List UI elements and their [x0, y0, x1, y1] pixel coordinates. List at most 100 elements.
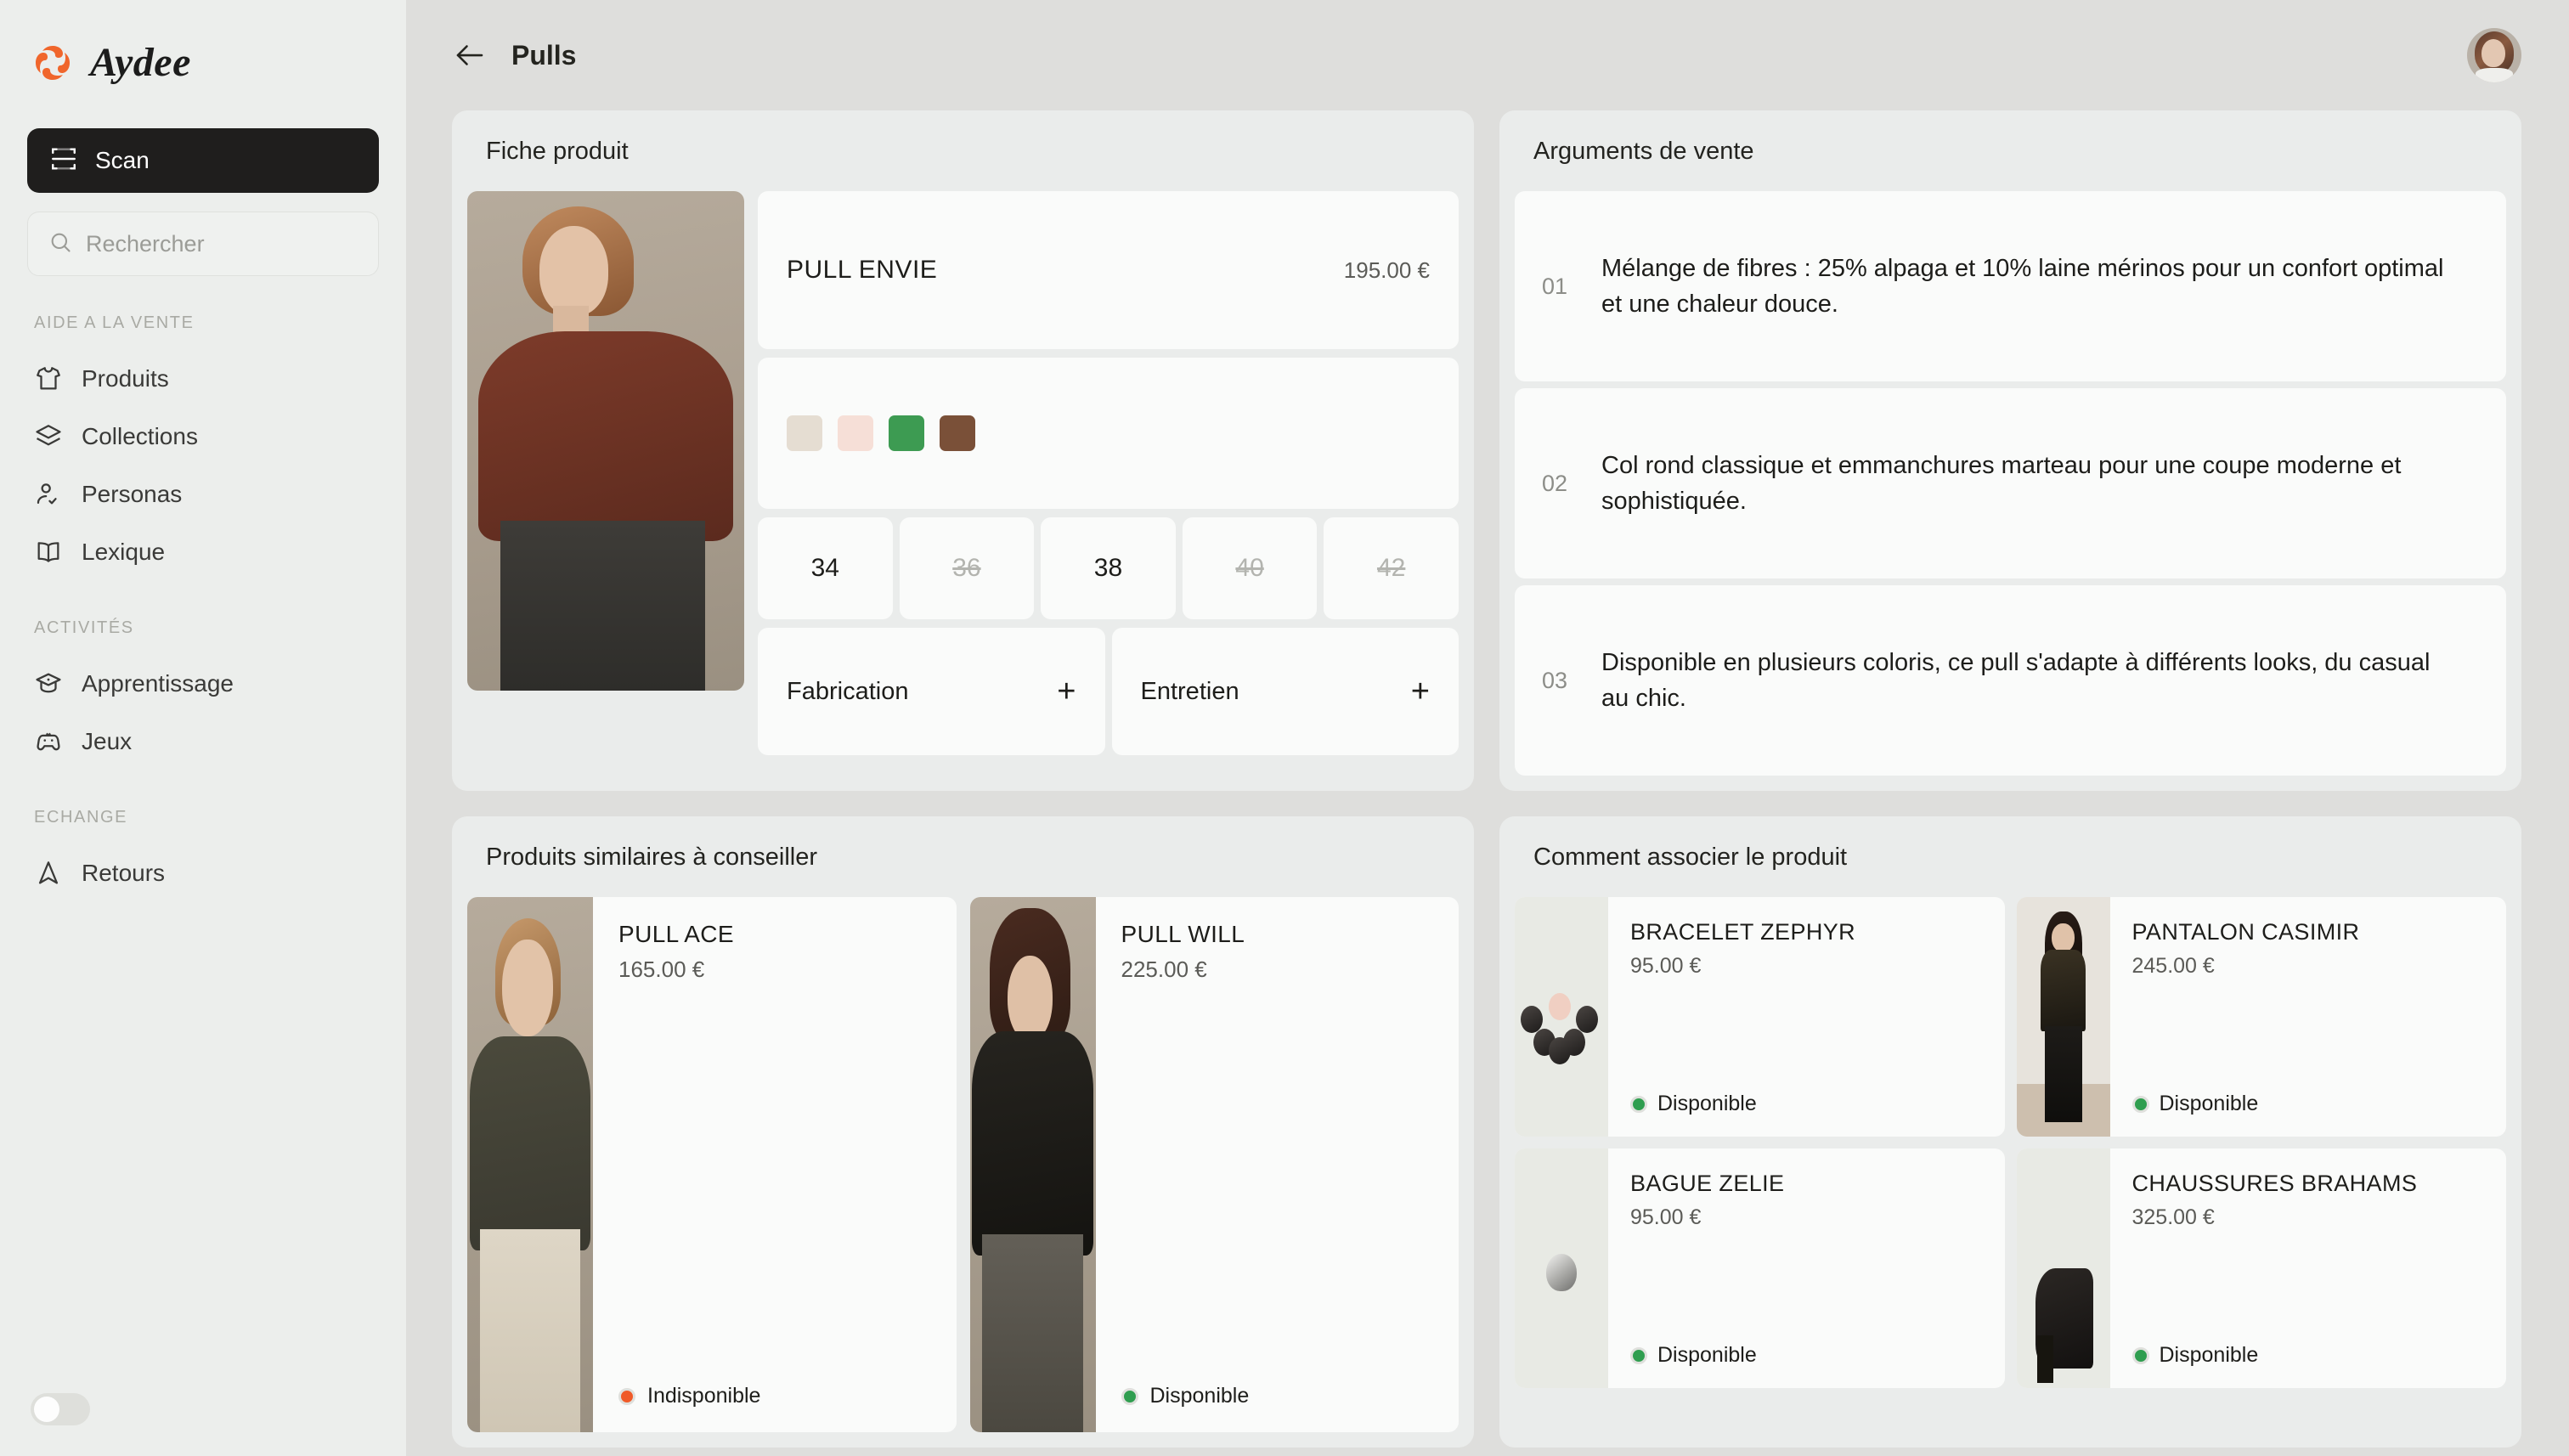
sidebar-item-retours[interactable]: Retours: [0, 844, 406, 902]
argument-text: Mélange de fibres : 25% alpaga et 10% la…: [1601, 254, 2444, 318]
main-area: Pulls Fiche produit PULL ENVIE 195.00 € …: [406, 0, 2569, 1456]
tshirt-icon: [34, 364, 63, 393]
scan-icon: [49, 144, 78, 178]
associate-product-price: 95.00 €: [1630, 1205, 1702, 1230]
similar-product-card[interactable]: PULL WILL 225.00 € Disponible: [969, 897, 1460, 1432]
status-dot-available-icon: [2131, 1095, 2149, 1113]
ring-shape: [1546, 1254, 1578, 1292]
panel-title-produits-similaires: Produits similaires à conseiller: [486, 844, 818, 871]
argument-item: 03 Disponible en plusieurs coloris, ce p…: [1515, 585, 2506, 776]
panel-comment-associer: Comment associer le produit BRACELET ZEP…: [1499, 816, 2521, 1448]
scan-button[interactable]: Scan: [27, 128, 379, 193]
panel-arguments-de-vente: Arguments de vente 01 Mélange de fibres …: [1499, 110, 2521, 791]
associate-product-info: BAGUE ZELIE 95.00 € Disponible: [1608, 1148, 2005, 1388]
associate-product-card[interactable]: CHAUSSURES BRAHAMS 325.00 € Disponible: [2016, 1148, 2507, 1388]
size-option-36[interactable]: 36: [899, 517, 1035, 619]
sidebar-item-jeux[interactable]: Jeux: [0, 713, 406, 770]
toggle-switch-icon[interactable]: [31, 1393, 90, 1425]
accordion-fabrication[interactable]: Fabrication +: [758, 628, 1105, 755]
size-option-40[interactable]: 40: [1182, 517, 1318, 619]
argument-number: 03: [1542, 667, 1568, 693]
associate-product-info: CHAUSSURES BRAHAMS 325.00 € Disponible: [2110, 1148, 2507, 1388]
sidebar-item-label: Lexique: [82, 539, 166, 565]
status-badge: Disponible: [2131, 1092, 2507, 1116]
associate-product-card[interactable]: BRACELET ZEPHYR 95.00 € Disponible: [1515, 897, 2005, 1137]
color-swatch-beige[interactable]: [787, 415, 822, 451]
photo-face: [1007, 956, 1053, 1042]
shoe-heel: [2036, 1335, 2054, 1384]
associate-product-name: CHAUSSURES BRAHAMS: [2131, 1171, 2418, 1196]
similar-product-name: PULL WILL: [1121, 921, 1245, 947]
associate-product-price: 325.00 €: [2131, 1205, 2215, 1230]
photo-pants: [982, 1233, 1083, 1432]
plus-icon: +: [1410, 674, 1430, 709]
sidebar-item-label: Personas: [82, 481, 183, 507]
graduation-cap-icon: [34, 669, 63, 698]
photo-pants: [500, 521, 706, 691]
associate-product-card[interactable]: BAGUE ZELIE 95.00 € Disponible: [1515, 1148, 2005, 1388]
argument-text: Col rond classique et emmanchures martea…: [1601, 451, 2402, 515]
avatar-face: [2481, 38, 2506, 68]
status-label: Disponible: [1657, 1343, 1757, 1367]
search-box[interactable]: [27, 212, 379, 276]
panel-title-comment-associer: Comment associer le produit: [1533, 844, 1848, 871]
search-input[interactable]: [86, 230, 378, 257]
color-swatch-rose[interactable]: [838, 415, 873, 451]
status-badge: Disponible: [1630, 1092, 2005, 1116]
status-dot-available-icon: [1630, 1095, 1647, 1113]
panel-produits-similaires: Produits similaires à conseiller PULL AC…: [452, 816, 1474, 1448]
product-photo-pantalon-icon: [2016, 897, 2110, 1137]
status-dot-unavailable-icon: [618, 1387, 635, 1405]
similar-product-price: 165.00 €: [618, 957, 705, 982]
sidebar-item-label: Apprentissage: [82, 670, 234, 697]
color-swatch-marron[interactable]: [940, 415, 975, 451]
size-option-34[interactable]: 34: [758, 517, 893, 619]
sidebar-item-personas[interactable]: Personas: [0, 466, 406, 523]
similar-products-list: PULL ACE 165.00 € Indisponible PULL WILL…: [452, 897, 1474, 1448]
product-photo-pull-ace-icon: [467, 897, 593, 1432]
associate-product-name: BAGUE ZELIE: [1630, 1171, 1785, 1196]
associate-product-name: PANTALON CASIMIR: [2131, 919, 2360, 945]
sidebar-item-produits[interactable]: Produits: [0, 350, 406, 408]
sidebar-item-lexique[interactable]: Lexique: [0, 523, 406, 581]
sidebar-item-collections[interactable]: Collections: [0, 408, 406, 466]
topbar: Pulls: [406, 0, 2569, 110]
panel-fiche-produit: Fiche produit PULL ENVIE 195.00 € 34 36 …: [452, 110, 1474, 791]
status-label: Indisponible: [647, 1384, 761, 1408]
arrow-left-icon[interactable]: [452, 37, 488, 73]
argument-item: 01 Mélange de fibres : 25% alpaga et 10%…: [1515, 191, 2506, 381]
similar-product-card[interactable]: PULL ACE 165.00 € Indisponible: [467, 897, 957, 1432]
product-photo-pull-envie-icon[interactable]: [467, 191, 744, 691]
argument-number: 02: [1542, 470, 1568, 496]
status-badge: Disponible: [1630, 1343, 2005, 1368]
sidebar-item-label: Retours: [82, 860, 166, 886]
product-photo-chaussures-icon: [2016, 1148, 2110, 1388]
avatar[interactable]: [2467, 28, 2521, 82]
sidebar-item-label: Produits: [82, 365, 169, 392]
color-swatch-vert[interactable]: [889, 415, 924, 451]
product-photo-bracelet-icon: [1515, 897, 1608, 1137]
brand: Aydee: [0, 0, 406, 86]
status-label: Disponible: [1657, 1092, 1757, 1115]
associate-product-card[interactable]: PANTALON CASIMIR 245.00 € Disponible: [2016, 897, 2507, 1137]
scan-button-label: Scan: [95, 147, 150, 173]
sidebar-item-apprentissage[interactable]: Apprentissage: [0, 655, 406, 713]
photo-face: [502, 940, 553, 1036]
size-option-38[interactable]: 38: [1041, 517, 1176, 619]
sidebar-item-label: Collections: [82, 423, 198, 449]
similar-product-name: PULL ACE: [618, 921, 735, 947]
sidebar-item-label: Jeux: [82, 728, 133, 754]
associate-products-grid: BRACELET ZEPHYR 95.00 € Disponible PANTA…: [1499, 897, 2521, 1403]
status-dot-available-icon: [2131, 1346, 2149, 1364]
photo-pants: [479, 1228, 581, 1432]
accordion-entretien[interactable]: Entretien +: [1111, 628, 1459, 755]
toggle-knob: [34, 1397, 59, 1422]
fiche-produit-body: PULL ENVIE 195.00 € 34 36 38 40 42 Fabri…: [452, 191, 1474, 770]
book-open-icon: [34, 538, 63, 567]
size-option-42[interactable]: 42: [1324, 517, 1459, 619]
similar-product-info: PULL WILL 225.00 € Disponible: [1096, 897, 1460, 1432]
product-photo-pull-will-icon: [969, 897, 1096, 1432]
status-dot-available-icon: [1121, 1387, 1138, 1405]
product-price: 195.00 €: [1343, 257, 1430, 283]
status-label: Disponible: [1149, 1384, 1250, 1408]
